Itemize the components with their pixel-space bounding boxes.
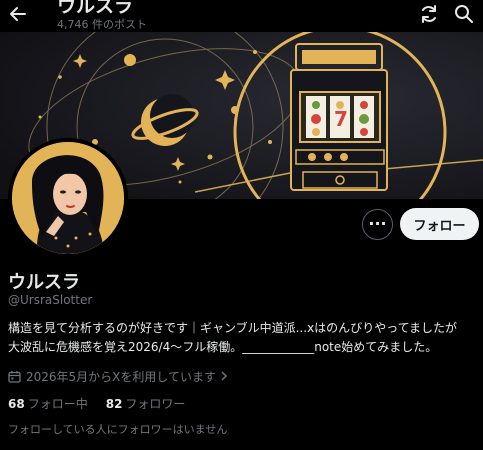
join-date-text: 2026年5月からXを利用しています bbox=[26, 370, 217, 384]
svg-text:7: 7 bbox=[334, 107, 348, 131]
following-count: 68 bbox=[8, 397, 25, 411]
more-dots-icon: ··· bbox=[368, 214, 387, 233]
follow-button[interactable]: フォロー bbox=[400, 208, 479, 240]
refresh-button[interactable] bbox=[417, 2, 441, 26]
known-followers-note: フォローしている人にフォロワーはいません bbox=[8, 423, 228, 436]
arrow-left-icon bbox=[10, 7, 26, 21]
refresh-icon bbox=[422, 5, 436, 23]
profile-header: ウルスラ 4,746 件のポスト bbox=[0, 0, 483, 32]
avatar[interactable] bbox=[8, 138, 128, 258]
bio-line: 大波乱に危機感を覚え2026/4～フル稼働。____________note始め… bbox=[8, 340, 438, 354]
more-options-button[interactable]: ··· bbox=[362, 209, 393, 240]
bio-line: 構造を見て分析するのが好きです｜ギャンブル中道派...xはのんびりやってましたが bbox=[8, 321, 457, 335]
back-button[interactable] bbox=[8, 4, 28, 24]
bio: 構造を見て分析するのが好きです｜ギャンブル中道派...xはのんびりやってましたが… bbox=[8, 319, 478, 357]
chevron-right-icon bbox=[220, 370, 233, 384]
avatar-image bbox=[12, 142, 124, 254]
following-link[interactable]: 68 フォロー中 bbox=[8, 395, 88, 412]
display-name: ウルスラ bbox=[8, 272, 80, 293]
followers-label: フォロワー bbox=[125, 397, 186, 411]
follow-stats: 68 フォロー中 82 フォロワー bbox=[8, 395, 203, 412]
followers-link[interactable]: 82 フォロワー bbox=[106, 395, 186, 412]
join-date[interactable]: 2026年5月からXを利用しています bbox=[8, 368, 233, 385]
calendar-icon bbox=[8, 371, 21, 383]
post-count: 4,746 件のポスト bbox=[57, 18, 147, 31]
followers-count: 82 bbox=[105, 397, 123, 411]
search-icon bbox=[455, 5, 473, 23]
search-button[interactable] bbox=[452, 2, 476, 26]
following-label: フォロー中 bbox=[27, 397, 88, 411]
user-handle: @UrsraSlotter bbox=[8, 293, 93, 307]
